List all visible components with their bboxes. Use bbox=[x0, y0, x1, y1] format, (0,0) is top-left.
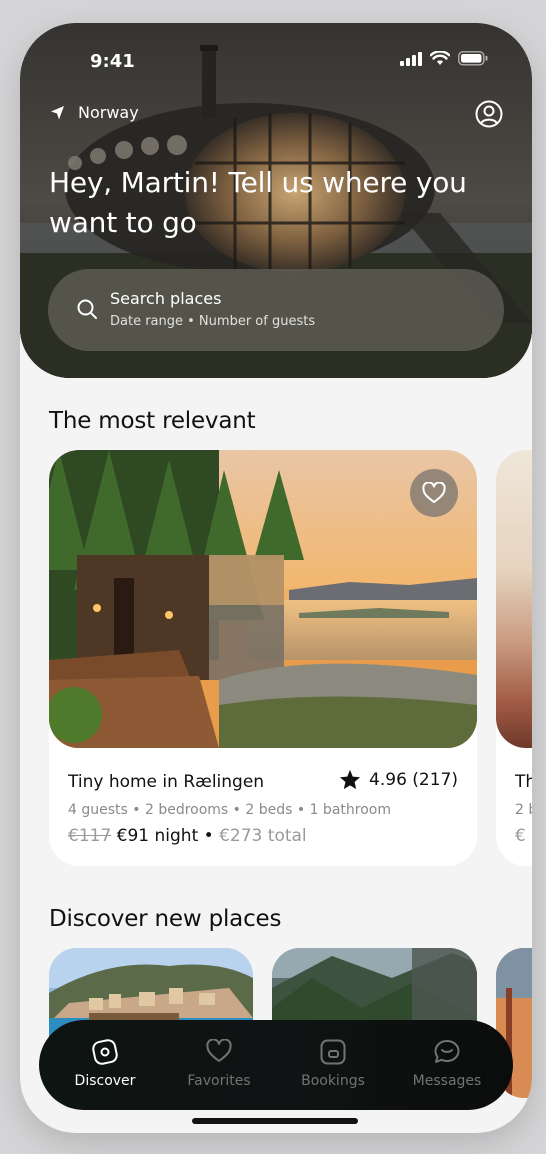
hero-title: Hey, Martin! Tell us where you want to g… bbox=[49, 166, 467, 239]
search-title: Search places bbox=[110, 289, 222, 308]
listing-card-peek[interactable]: Th 2 b € bbox=[496, 450, 532, 866]
location-arrow-icon bbox=[51, 105, 64, 119]
compass-icon bbox=[92, 1039, 118, 1065]
status-bar: 9:41 bbox=[20, 23, 532, 83]
listing-peek-details: 2 b bbox=[515, 802, 532, 818]
total-price: €273 total bbox=[219, 826, 307, 846]
phone-screen: 9:41 Norway Hey, Martin! Tell us where y… bbox=[20, 23, 532, 1133]
night-price: €91 night bbox=[116, 826, 199, 846]
listing-price: €117 €91 night • €273 total bbox=[68, 826, 307, 846]
tab-discover[interactable]: Discover bbox=[46, 1020, 164, 1110]
battery-icon bbox=[458, 51, 488, 66]
listing-name: Tiny home in Rælingen bbox=[68, 772, 265, 792]
listing-card[interactable]: Tiny home in Rælingen 4.96 (217) 4 guest… bbox=[49, 450, 477, 866]
location-selector[interactable]: Norway bbox=[50, 103, 139, 122]
listing-details: 4 guests • 2 bedrooms • 2 beds • 1 bathr… bbox=[68, 802, 391, 818]
wifi-icon bbox=[430, 51, 450, 65]
listing-peek-name: Th bbox=[515, 772, 532, 792]
tab-label: Discover bbox=[74, 1073, 136, 1089]
listing-peek-price: € bbox=[515, 826, 526, 846]
bottom-tab-bar: Discover Favorites Bookings Messages bbox=[39, 1020, 513, 1110]
search-icon bbox=[77, 299, 97, 319]
search-bar[interactable]: Search places Date range • Number of gue… bbox=[48, 269, 504, 351]
heart-icon bbox=[422, 482, 446, 503]
old-price: €117 bbox=[68, 826, 112, 846]
tab-favorites[interactable]: Favorites bbox=[160, 1020, 278, 1110]
bookings-icon bbox=[320, 1039, 346, 1065]
price-separator: • bbox=[198, 826, 220, 846]
search-subtitle: Date range • Number of guests bbox=[110, 314, 316, 329]
listing-peek-image bbox=[496, 450, 532, 748]
heart-icon bbox=[206, 1039, 232, 1062]
location-label: Norway bbox=[78, 103, 139, 122]
status-time: 9:41 bbox=[90, 51, 135, 72]
listing-rating: 4.96 (217) bbox=[339, 769, 458, 790]
tab-label: Bookings bbox=[301, 1073, 365, 1089]
status-icons bbox=[400, 51, 488, 66]
section-title-discover: Discover new places bbox=[49, 906, 282, 932]
favorite-button[interactable] bbox=[410, 469, 458, 517]
hero-header: 9:41 Norway Hey, Martin! Tell us where y… bbox=[20, 23, 532, 378]
rating-value: 4.96 (217) bbox=[369, 769, 458, 790]
star-icon bbox=[339, 769, 361, 790]
profile-icon[interactable] bbox=[474, 99, 504, 129]
tab-label: Favorites bbox=[187, 1073, 251, 1089]
tab-bookings[interactable]: Bookings bbox=[274, 1020, 392, 1110]
tab-messages[interactable]: Messages bbox=[388, 1020, 506, 1110]
tab-label: Messages bbox=[412, 1073, 482, 1089]
signal-icon bbox=[400, 51, 422, 66]
messages-icon bbox=[434, 1040, 460, 1063]
section-title-relevant: The most relevant bbox=[49, 408, 256, 434]
home-indicator bbox=[192, 1118, 358, 1124]
